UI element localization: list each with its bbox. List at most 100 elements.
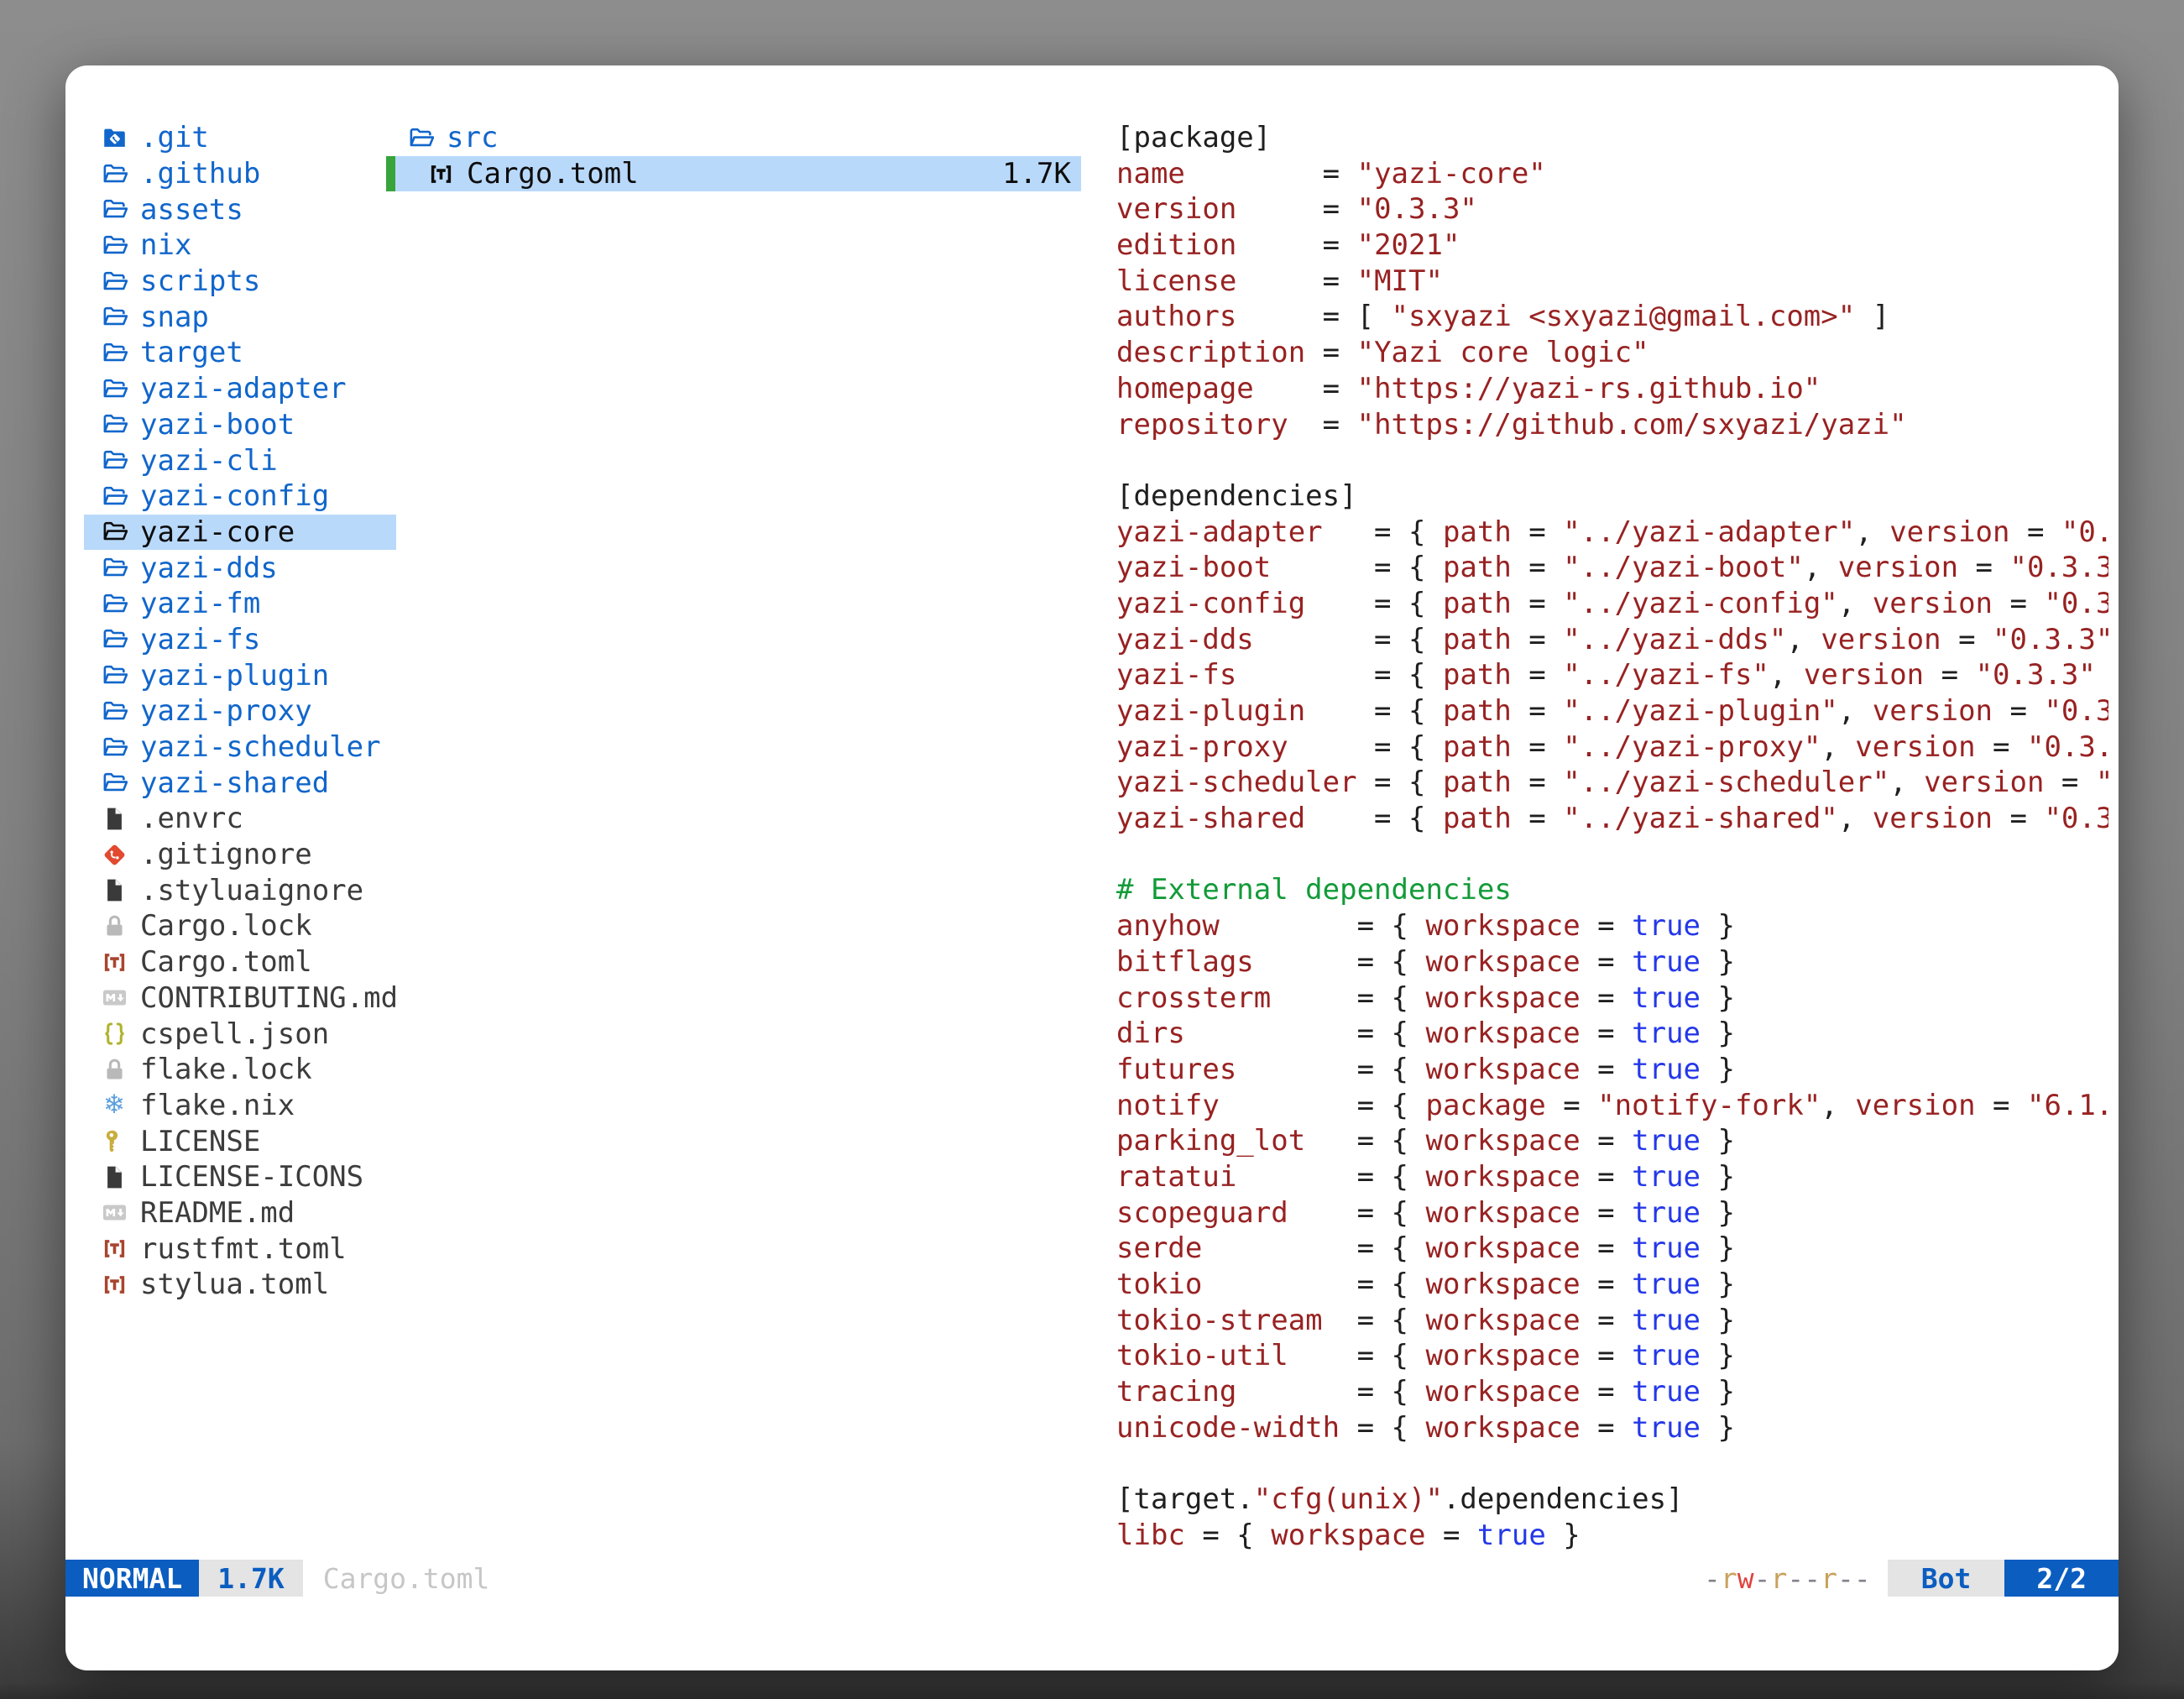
item-label: yazi-config	[140, 479, 329, 513]
dir-item-yazi-config[interactable]: yazi-config	[84, 478, 396, 515]
file-item-contributing-md[interactable]: CONTRIBUTING.md	[84, 980, 396, 1017]
file-item--gitignore[interactable]: .gitignore	[84, 837, 396, 873]
file-item-license[interactable]: LICENSE	[84, 1123, 396, 1159]
code-token: =	[1581, 1017, 1632, 1050]
item-label: Cargo.lock	[140, 909, 312, 943]
open-folder-icon	[99, 410, 129, 440]
code-line: yazi-dds = { path = "../yazi-dds", versi…	[1116, 622, 2108, 658]
code-token: true	[1632, 981, 1701, 1015]
file-item-readme-md[interactable]: README.md	[84, 1195, 396, 1231]
open-folder-icon	[99, 768, 129, 798]
code-line: yazi-boot = { path = "../yazi-boot", ver…	[1116, 550, 2108, 586]
file-item-cargo-toml[interactable]: Cargo.toml1.7K	[386, 156, 1081, 192]
document-icon	[99, 876, 129, 906]
code-token: "../yazi-shared"	[1563, 802, 1838, 835]
item-label: snap	[140, 301, 209, 334]
dir-item-yazi-dds[interactable]: yazi-dds	[84, 550, 396, 586]
permission-char: r	[1821, 1562, 1837, 1595]
file-item--styluaignore[interactable]: .styluaignore	[84, 872, 396, 908]
code-token: }	[2096, 658, 2108, 692]
code-token: =	[1512, 694, 1563, 728]
code-token: yazi-boot	[1116, 551, 1271, 584]
code-token: workspace	[1271, 1519, 1425, 1552]
file-item-cargo-toml[interactable]: Cargo.toml	[84, 944, 396, 980]
item-label: yazi-boot	[140, 408, 295, 442]
dir-item-yazi-adapter[interactable]: yazi-adapter	[84, 371, 396, 407]
code-line: description = "Yazi core logic"	[1116, 335, 2108, 371]
code-token: "../yazi-plugin"	[1563, 694, 1838, 728]
file-item-flake-nix[interactable]: ❄flake.nix	[84, 1088, 396, 1124]
code-line: tokio = { workspace = true }	[1116, 1267, 2108, 1303]
file-item-stylua-toml[interactable]: stylua.toml	[84, 1267, 396, 1303]
code-token: path	[1443, 658, 1512, 692]
file-item-rustfmt-toml[interactable]: rustfmt.toml	[84, 1231, 396, 1267]
open-folder-icon	[99, 374, 129, 404]
dir-item-scripts[interactable]: scripts	[84, 264, 396, 300]
file-item-flake-lock[interactable]: flake.lock	[84, 1052, 396, 1088]
dir-item-snap[interactable]: snap	[84, 299, 396, 335]
code-line: [package]	[1116, 120, 2108, 156]
code-token: =	[1581, 1160, 1632, 1194]
item-label: yazi-shared	[140, 766, 329, 800]
dir-item-yazi-cli[interactable]: yazi-cli	[84, 442, 396, 478]
code-token: workspace	[1425, 1375, 1580, 1409]
dir-item-src[interactable]: src	[386, 120, 1081, 156]
dir-item-yazi-scheduler[interactable]: yazi-scheduler	[84, 729, 396, 766]
dir-item-target[interactable]: target	[84, 335, 396, 371]
code-token: = {	[1271, 551, 1443, 584]
code-line: edition = "2021"	[1116, 227, 2108, 264]
code-token: "6.1.1"	[2027, 1089, 2108, 1122]
item-label: yazi-proxy	[140, 694, 312, 728]
dir-item-nix[interactable]: nix	[84, 227, 396, 264]
file-item--envrc[interactable]: .envrc	[84, 801, 396, 837]
dir-item-yazi-proxy[interactable]: yazi-proxy	[84, 693, 396, 729]
code-line: tokio-util = { workspace = true }	[1116, 1338, 2108, 1374]
code-token: workspace	[1425, 981, 1580, 1015]
code-line: yazi-proxy = { path = "../yazi-proxy", v…	[1116, 729, 2108, 766]
dir-item-yazi-core[interactable]: yazi-core	[84, 515, 396, 551]
toml-icon	[99, 1234, 129, 1264]
code-token: workspace	[1425, 1339, 1580, 1372]
item-label: cspell.json	[140, 1017, 329, 1051]
code-token: =	[1546, 1089, 1597, 1122]
file-item-license-icons[interactable]: LICENSE-ICONS	[84, 1159, 396, 1195]
file-item-cspell-json[interactable]: cspell.json	[84, 1016, 396, 1052]
code-token: version	[1804, 658, 1924, 692]
parent-directory-pane: .git.githubassetsnixscriptssnaptargetyaz…	[84, 120, 396, 1303]
dir-item-yazi-plugin[interactable]: yazi-plugin	[84, 657, 396, 693]
dir-item-yazi-shared[interactable]: yazi-shared	[84, 765, 396, 801]
file-preview-pane: [package]name = "yazi-core"version = "0.…	[1116, 120, 2108, 1554]
code-token: workspace	[1425, 1304, 1580, 1337]
code-token: true	[1632, 1231, 1701, 1265]
code-token: yazi-fs	[1116, 658, 1236, 692]
code-token: tokio-stream	[1116, 1304, 1323, 1337]
dir-item--git[interactable]: .git	[84, 120, 396, 156]
code-token: =	[1305, 336, 1356, 369]
dir-item-yazi-fs[interactable]: yazi-fs	[84, 622, 396, 658]
open-folder-icon	[99, 696, 129, 726]
document-icon	[99, 1162, 129, 1192]
code-token: =	[1993, 802, 2044, 835]
file-item-cargo-lock[interactable]: Cargo.lock	[84, 908, 396, 944]
code-token: }	[1701, 1339, 1735, 1372]
markdown-icon	[99, 983, 129, 1013]
code-line: authors = [ "sxyazi <sxyazi@gmail.com>" …	[1116, 299, 2108, 335]
code-token: true	[1477, 1519, 1546, 1552]
dir-item--github[interactable]: .github	[84, 156, 396, 192]
dir-item-yazi-boot[interactable]: yazi-boot	[84, 407, 396, 443]
item-label: yazi-adapter	[140, 372, 347, 405]
code-token: "0.3.3"	[2096, 766, 2108, 799]
code-token: ]	[1855, 300, 1889, 333]
dir-item-yazi-fm[interactable]: yazi-fm	[84, 586, 396, 622]
code-token: =	[1993, 587, 2044, 620]
code-token: =	[1185, 157, 1357, 191]
code-token: = {	[1288, 1196, 1426, 1230]
code-token: =	[1924, 658, 1975, 692]
code-token: [dependencies]	[1116, 479, 1357, 513]
code-token: = {	[1288, 1339, 1426, 1372]
open-folder-icon	[99, 446, 129, 476]
status-filename: Cargo.toml	[323, 1560, 490, 1597]
dir-item-assets[interactable]: assets	[84, 191, 396, 227]
cursor-index-badge: 2/2	[2004, 1560, 2119, 1597]
code-token: "notify-fork"	[1597, 1089, 1821, 1122]
